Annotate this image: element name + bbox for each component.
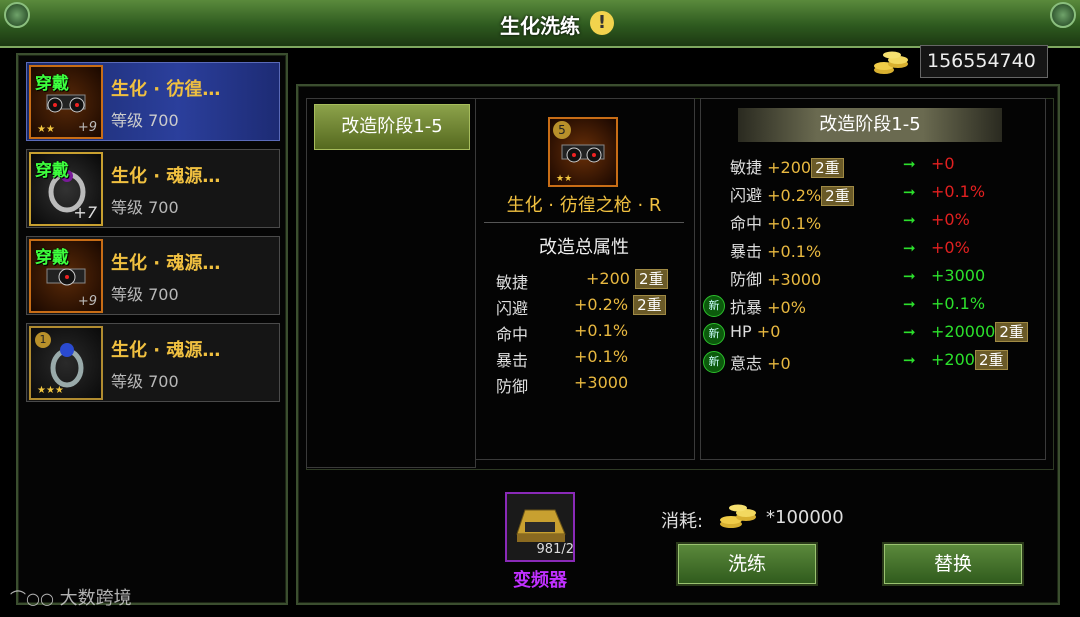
stat-row: HP +0 [730, 322, 781, 341]
list-item[interactable]: 穿戴 +9 生化 · 魂源… 等级 700 [26, 236, 280, 315]
stat-value: +3000 [574, 373, 629, 392]
star-rating-icon: ★★ [37, 124, 55, 135]
wash-button[interactable]: 洗练 [676, 542, 818, 586]
item-level: 等级 700 [111, 285, 179, 304]
svg-text:★★: ★★ [556, 174, 572, 184]
list-item[interactable]: 1 ★★★ 生化 · 魂源… 等级 700 [26, 323, 280, 402]
enhance-level: +7 [73, 203, 97, 222]
stat-row: 闪避 [496, 299, 529, 318]
weapon-name: 生化 · 彷徨之枪 · R [506, 195, 662, 216]
item-thumbnail: 穿戴 +9 ★★ [29, 65, 103, 139]
gold-coins-icon [874, 51, 908, 74]
replace-button[interactable]: 替换 [882, 542, 1024, 586]
multiplier-tag: 2重 [635, 269, 668, 289]
multiplier-tag: 2重 [811, 158, 844, 178]
stat-row: 防御 +3000 [730, 270, 822, 289]
multiplier-tag: 2重 [633, 295, 666, 315]
item-name: 生化 · 魂源… [111, 340, 221, 361]
window-title: 生化洗练 [500, 14, 580, 38]
multiplier-tag: 2重 [821, 186, 854, 206]
arrow-right-icon: ➞ [903, 323, 916, 341]
new-stat-value: +0.1% [931, 182, 986, 201]
stat-value: +0.1% [574, 347, 629, 366]
stat-value: +0.1% [574, 321, 629, 340]
enhance-level: +9 [77, 120, 97, 135]
gold-coins-icon [720, 504, 756, 528]
weapon-grade-badge: 5 [553, 121, 571, 139]
new-stat-icon: 新 [703, 323, 725, 345]
stat-value: +0.2% 2重 [574, 295, 666, 315]
gold-amount: 156554740 [920, 45, 1048, 78]
stat-row: 敏捷 +200 2重 [730, 154, 844, 178]
new-stat-icon: 新 [703, 295, 725, 317]
item-thumbnail: 1 ★★★ [29, 326, 103, 400]
stat-row: 命中 +0.1% [730, 214, 822, 233]
arrow-right-icon: ➞ [903, 211, 916, 229]
total-stats-header: 改造总属性 [539, 237, 629, 258]
list-item[interactable]: 穿戴 +7 生化 · 魂源… 等级 700 [26, 149, 280, 228]
arrow-right-icon: ➞ [903, 183, 916, 201]
stage-list [306, 98, 476, 468]
close-icon[interactable] [1050, 2, 1076, 28]
arrow-right-icon: ➞ [903, 351, 916, 369]
star-rating-icon: ★★★ [37, 385, 64, 396]
watermark-logo-icon: ⌒○○ [10, 589, 54, 608]
stat-row: 暴击 [496, 351, 529, 370]
stat-value: +200 2重 [586, 269, 668, 289]
tab-stage-1-5[interactable]: 改造阶段1-5 [314, 104, 470, 150]
wear-badge: 穿戴 [35, 248, 69, 268]
new-stat-value: +200 2重 [931, 350, 1008, 370]
item-level: 等级 700 [111, 198, 179, 217]
divider [484, 222, 684, 223]
cost-label: 消耗: [661, 511, 704, 532]
new-stat-value: +0.1% [931, 294, 986, 313]
material-name: 变频器 [513, 570, 567, 591]
stage-stats-header: 改造阶段1-5 [738, 108, 1002, 142]
list-item[interactable]: 穿戴 +9 ★★ 生化 · 彷徨… 等级 700 [26, 62, 280, 141]
material-count: 981/2 [536, 542, 574, 557]
new-stat-value: +0 [931, 154, 955, 173]
new-stat-value: +0% [931, 238, 970, 257]
wear-badge: 穿戴 [35, 161, 69, 181]
stat-row: 命中 [496, 325, 529, 344]
stat-row: 敏捷 [496, 273, 529, 292]
item-level: 等级 700 [111, 111, 179, 130]
new-stat-value: +20000 2重 [931, 322, 1028, 342]
arrow-right-icon: ➞ [903, 155, 916, 173]
item-name: 生化 · 彷徨… [111, 79, 221, 100]
stat-row: 闪避 +0.2% 2重 [730, 182, 854, 206]
item-name: 生化 · 魂源… [111, 253, 221, 274]
multiplier-tag: 2重 [995, 322, 1028, 342]
weapon-thumbnail: ★★ 5 [548, 117, 618, 187]
arrow-right-icon: ➞ [903, 295, 916, 313]
item-thumbnail: 穿戴 +9 [29, 239, 103, 313]
stat-row: 防御 [496, 377, 529, 396]
stat-row: 暴击 +0.1% [730, 242, 822, 261]
item-level: 等级 700 [111, 372, 179, 391]
watermark: ⌒○○ 大数跨境 [10, 588, 132, 609]
new-stat-value: +0% [931, 210, 970, 229]
multiplier-tag: 2重 [974, 350, 1008, 370]
title-bar: 生化洗练 [0, 0, 1080, 48]
new-stat-icon: 新 [703, 351, 725, 373]
stat-row: 抗暴 +0% [730, 298, 806, 317]
info-icon[interactable]: ! [590, 11, 614, 35]
item-name: 生化 · 魂源… [111, 166, 221, 187]
wear-badge: 穿戴 [35, 74, 69, 94]
arrow-right-icon: ➞ [903, 267, 916, 285]
enhance-level: +9 [77, 294, 97, 309]
new-stat-value: +3000 [931, 266, 986, 285]
cost-value: *100000 [766, 507, 844, 528]
corner-ornament-icon [4, 2, 30, 28]
stat-row: 意志 +0 [730, 354, 791, 373]
count-badge: 1 [35, 332, 51, 348]
item-thumbnail: 穿戴 +7 [29, 152, 103, 226]
arrow-right-icon: ➞ [903, 239, 916, 257]
